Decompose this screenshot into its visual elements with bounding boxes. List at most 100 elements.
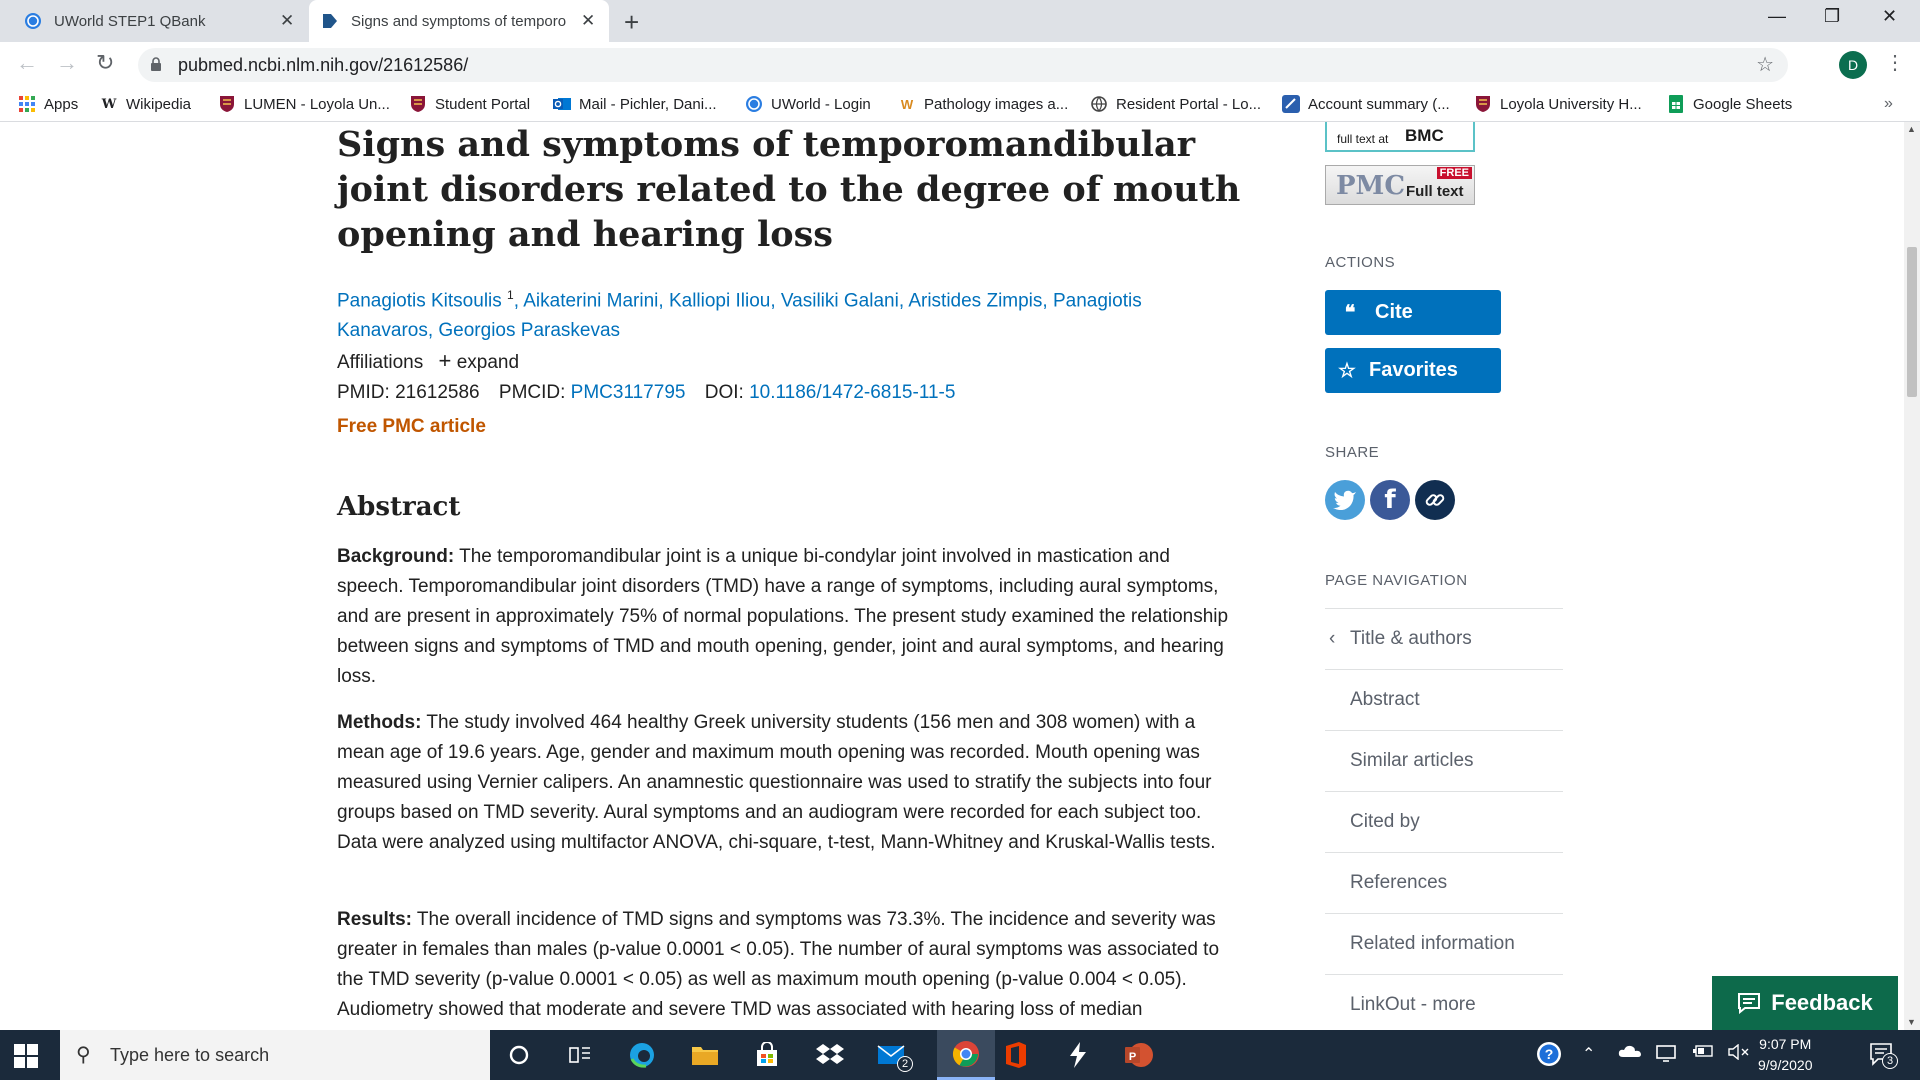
nav-references[interactable]: References — [1325, 852, 1563, 913]
bookmarks-bar: Apps W Wikipedia LUMEN - Loyola Un... St… — [0, 88, 1920, 122]
bookmark-account-summary[interactable]: Account summary (... — [1282, 95, 1450, 113]
facebook-share-button[interactable]: f — [1370, 480, 1410, 520]
nav-related-information[interactable]: Related information — [1325, 913, 1563, 974]
cortana-icon[interactable] — [504, 1040, 534, 1070]
plus-icon: + — [438, 348, 452, 373]
loyola-crest-icon — [218, 95, 236, 113]
author-link[interactable]: Panagiotis Kitsoulis — [337, 290, 502, 311]
bookmark-mail[interactable]: Mail - Pichler, Dani... — [553, 95, 717, 113]
bookmark-loyola-health[interactable]: Loyola University H... — [1474, 95, 1642, 113]
bookmark-pathology[interactable]: W Pathology images a... — [898, 95, 1068, 113]
cite-button[interactable]: ❝ Cite — [1325, 290, 1501, 335]
store-icon[interactable] — [752, 1040, 782, 1070]
restore-icon[interactable]: ❐ — [1824, 6, 1840, 27]
author-links[interactable]: Kanavaros, Georgios Paraskevas — [337, 320, 620, 341]
back-arrow-icon[interactable]: ← — [16, 50, 38, 76]
nav-similar-articles[interactable]: Similar articles — [1325, 730, 1563, 791]
nav-cited-by[interactable]: Cited by — [1325, 791, 1563, 852]
pmc-full-text-link[interactable]: PMC FREE Full text — [1325, 165, 1475, 205]
free-pmc-article-link[interactable]: Free PMC article — [337, 416, 486, 438]
bookmark-resident-portal[interactable]: Resident Portal - Lo... — [1090, 95, 1261, 113]
svg-text:?: ? — [1545, 1046, 1554, 1062]
close-window-icon[interactable]: ✕ — [1882, 6, 1897, 27]
pmcid-link[interactable]: PMC3117795 — [571, 382, 686, 403]
comment-icon — [1738, 993, 1761, 1014]
notifications-icon[interactable]: 3 — [1868, 1040, 1898, 1073]
notification-badge: 3 — [1882, 1053, 1898, 1069]
page-scrollbar[interactable]: ▲ ▼ — [1904, 122, 1920, 1030]
tab-uworld[interactable]: UWorld STEP1 QBank ✕ — [0, 0, 305, 42]
show-hidden-icons-chevron[interactable]: ⌃ — [1582, 1044, 1595, 1064]
edge-icon[interactable] — [627, 1040, 657, 1070]
task-view-icon[interactable] — [565, 1040, 595, 1070]
tab-pubmed[interactable]: Signs and symptoms of temporo ✕ — [309, 0, 609, 42]
office-icon[interactable] — [1001, 1040, 1031, 1070]
mail-badge: 2 — [897, 1056, 913, 1072]
scroll-down-icon[interactable]: ▼ — [1907, 1017, 1916, 1027]
mail-icon[interactable]: 2 — [877, 1040, 913, 1072]
article-identifiers: PMID: 21612586 PMCID: PMC3117795 DOI: 10… — [337, 382, 955, 404]
volume-muted-icon[interactable] — [1728, 1043, 1750, 1065]
share-heading: SHARE — [1325, 444, 1380, 461]
display-icon[interactable] — [1656, 1044, 1678, 1067]
close-tab-icon[interactable]: ✕ — [280, 11, 294, 31]
minimize-icon[interactable]: — — [1768, 6, 1786, 27]
bmc-full-text-link[interactable]: full text at BMC — [1325, 122, 1475, 152]
battery-icon[interactable] — [1692, 1044, 1714, 1063]
dropbox-icon[interactable] — [815, 1040, 845, 1070]
affiliation-ref[interactable]: 1 — [507, 288, 514, 302]
windows-start-icon[interactable] — [14, 1044, 38, 1068]
new-tab-icon[interactable]: + — [624, 7, 639, 38]
powerpoint-icon[interactable]: P — [1124, 1040, 1154, 1070]
twitter-share-button[interactable] — [1325, 480, 1365, 520]
nav-abstract[interactable]: Abstract — [1325, 669, 1563, 730]
favorites-button[interactable]: ☆ Favorites — [1325, 348, 1501, 393]
url-text: pubmed.ncbi.nlm.nih.gov/21612586/ — [178, 55, 469, 75]
reload-icon[interactable]: ↻ — [96, 50, 114, 76]
address-bar[interactable]: pubmed.ncbi.nlm.nih.gov/21612586/ ☆ — [138, 48, 1788, 82]
forward-arrow-icon[interactable]: → — [56, 50, 78, 76]
pathology-icon: W — [900, 96, 914, 112]
tab-title: Signs and symptoms of temporo — [351, 12, 567, 30]
scroll-thumb[interactable] — [1907, 247, 1917, 397]
affiliations-label: Affiliations — [337, 352, 424, 373]
pmid-label: PMID: — [337, 382, 390, 403]
close-tab-icon[interactable]: ✕ — [581, 11, 595, 31]
expand-button[interactable]: + expand — [439, 348, 519, 373]
doi-link[interactable]: 10.1186/1472-6815-11-5 — [749, 382, 955, 403]
background-label: Background: — [337, 546, 455, 567]
scroll-up-icon[interactable]: ▲ — [1907, 124, 1916, 134]
bookmark-star-icon[interactable]: ☆ — [1756, 52, 1774, 77]
bookmark-wikipedia[interactable]: W Wikipedia — [100, 95, 191, 113]
link-icon — [1425, 494, 1445, 506]
taskbar-search[interactable]: ⚲ Type here to search — [60, 1030, 490, 1080]
file-explorer-icon[interactable] — [690, 1040, 720, 1070]
lightning-app-icon[interactable] — [1063, 1040, 1093, 1070]
chrome-taskbar-button[interactable] — [937, 1030, 995, 1080]
uworld-icon — [745, 95, 763, 113]
nav-title-authors[interactable]: ‹ Title & authors — [1325, 608, 1563, 669]
twitter-icon — [1333, 490, 1356, 510]
affiliations: Affiliations + expand — [337, 348, 519, 374]
feedback-button[interactable]: Feedback — [1712, 976, 1898, 1030]
doi-label: DOI: — [704, 382, 744, 403]
bookmark-google-sheets[interactable]: Google Sheets — [1667, 95, 1792, 113]
onedrive-icon[interactable] — [1618, 1044, 1642, 1063]
facebook-icon: f — [1384, 485, 1396, 515]
copy-link-button[interactable] — [1415, 480, 1455, 520]
clock-date: 9/9/2020 — [1758, 1057, 1813, 1073]
profile-avatar[interactable]: D — [1839, 51, 1867, 79]
nav-linkout[interactable]: LinkOut - more — [1325, 974, 1563, 1030]
bookmark-uworld-login[interactable]: UWorld - Login — [745, 95, 871, 113]
bookmark-student-portal[interactable]: Student Portal — [409, 95, 530, 113]
chrome-icon — [952, 1040, 979, 1067]
page-navigation-heading: PAGE NAVIGATION — [1325, 572, 1468, 589]
help-icon[interactable]: ? — [1535, 1040, 1563, 1073]
more-bookmarks-icon[interactable]: » — [1884, 95, 1893, 113]
browser-menu-icon[interactable]: ⋮ — [1885, 50, 1905, 75]
bookmark-apps[interactable]: Apps — [18, 95, 78, 113]
star-outline-icon: ☆ — [1338, 360, 1356, 382]
clock[interactable]: 9:07 PM 9/9/2020 — [1758, 1034, 1813, 1076]
bookmark-lumen[interactable]: LUMEN - Loyola Un... — [218, 95, 390, 113]
author-links[interactable]: , Aikaterini Marini, Kalliopi Iliou, Vas… — [514, 290, 1142, 311]
